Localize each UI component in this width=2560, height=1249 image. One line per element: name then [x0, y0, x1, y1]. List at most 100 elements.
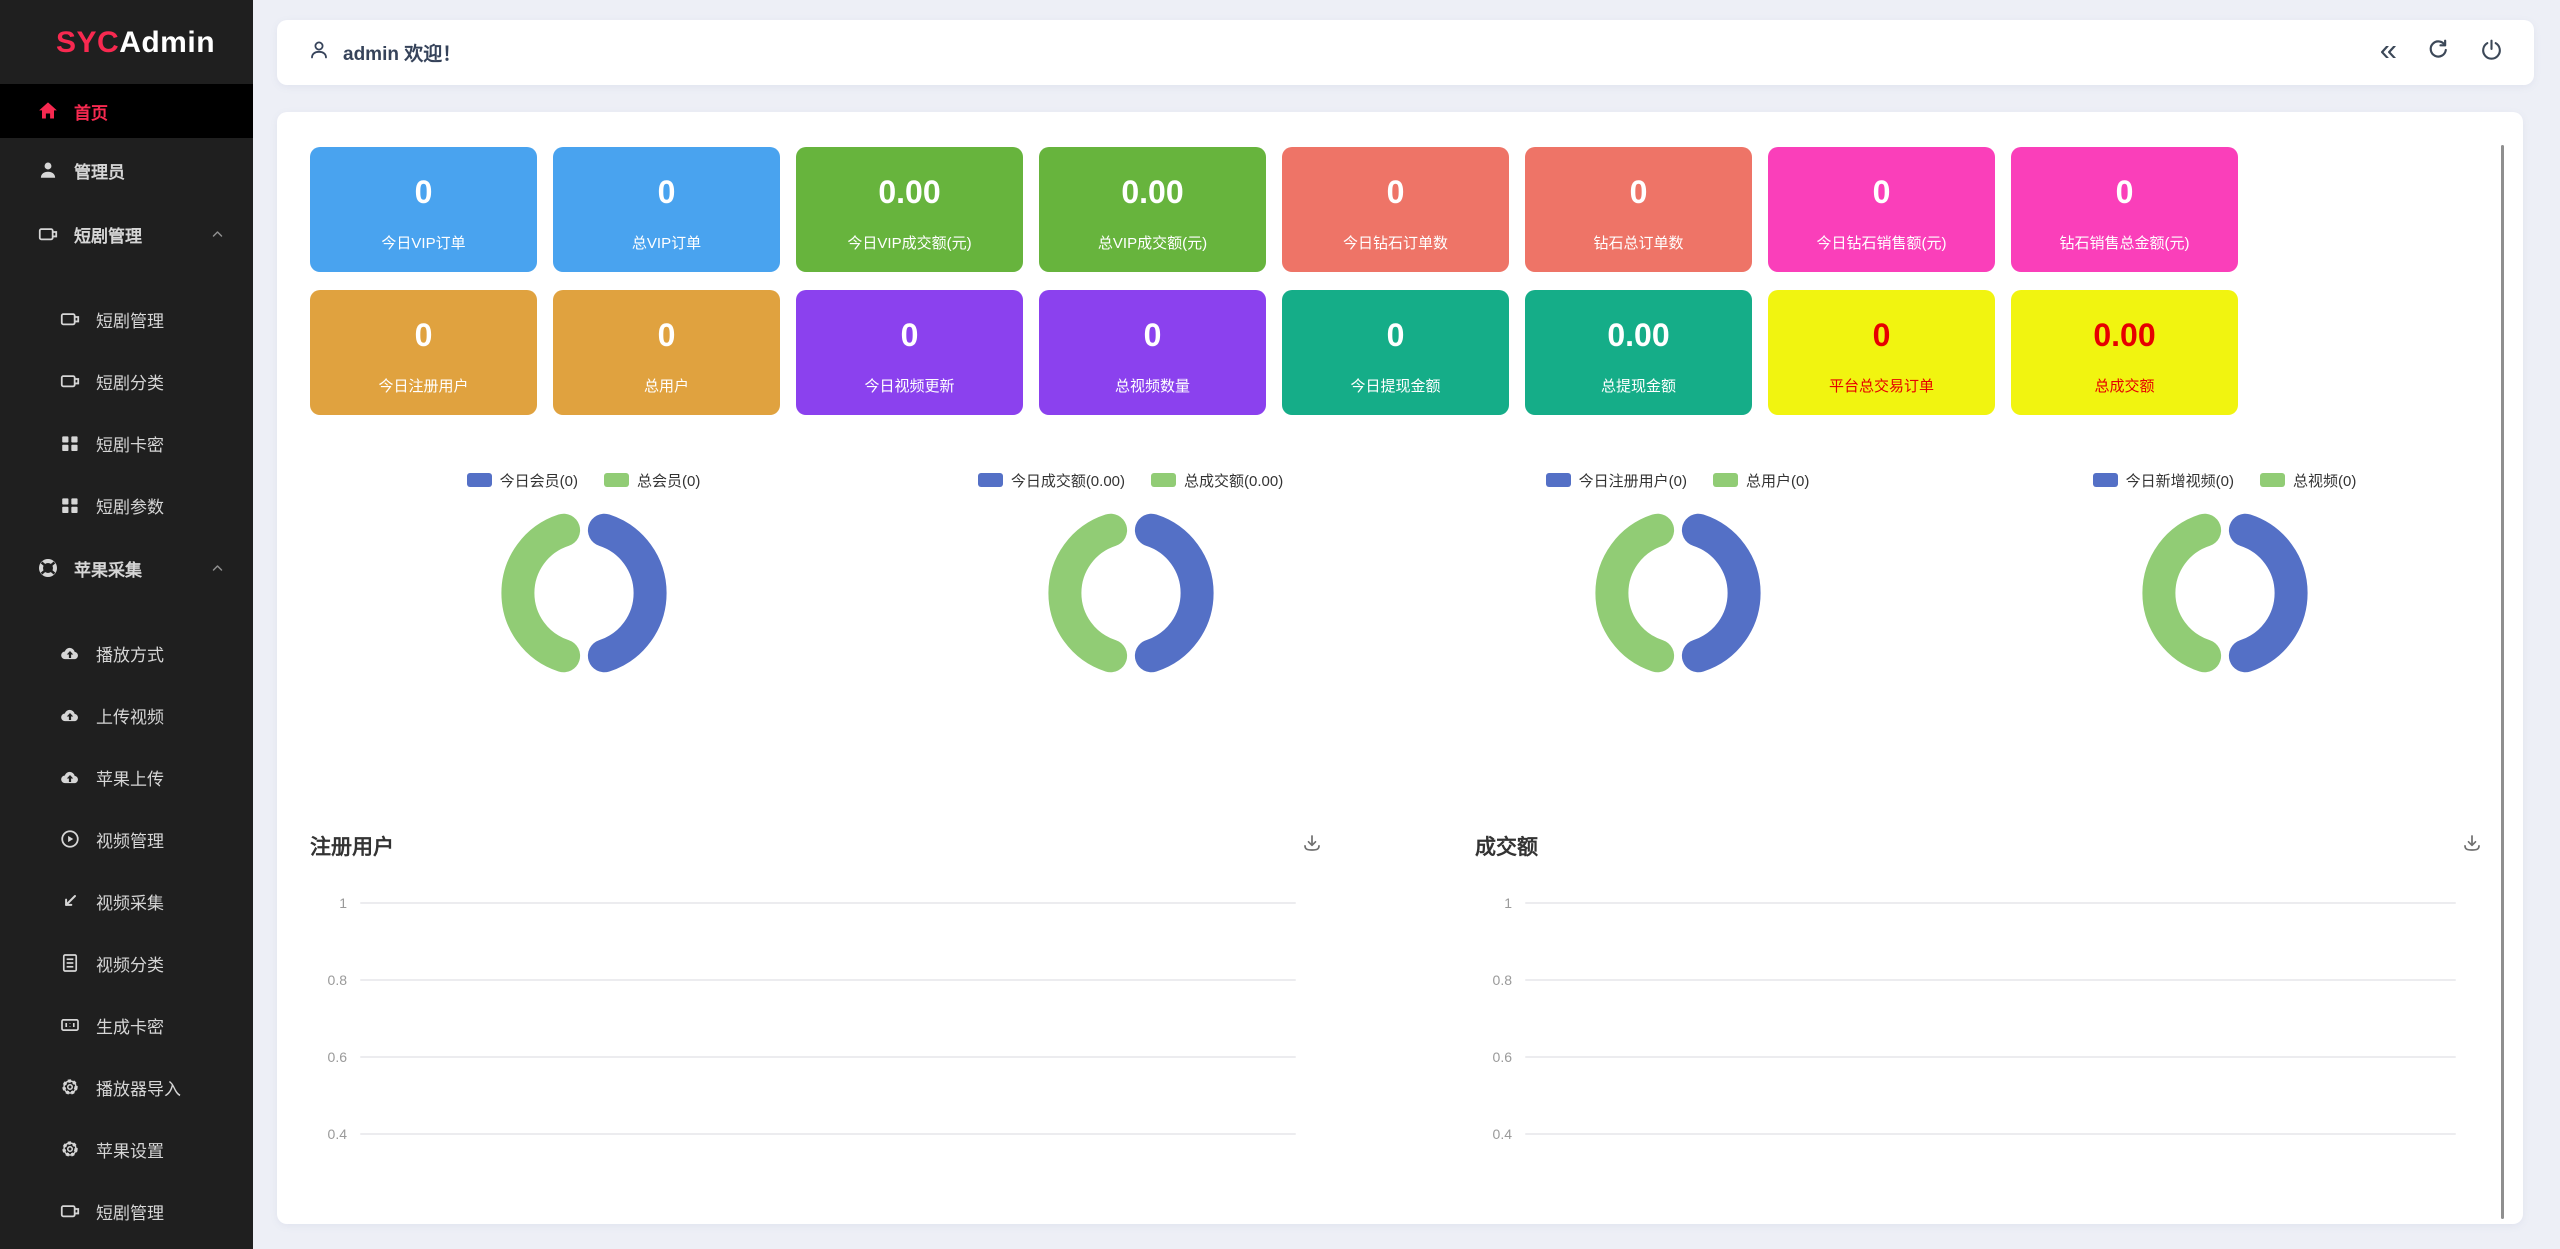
sidebar-item-0[interactable]: 首页: [0, 84, 253, 138]
y-axis-tick: 0.6: [1475, 1049, 1525, 1065]
sidebar-item-label: 短剧管理: [74, 222, 142, 247]
donut-chart-panel-1: 今日成交额(0.00) 总成交额(0.00): [857, 471, 1404, 683]
stat-label: 总视频数量: [1115, 375, 1190, 396]
video-icon: [38, 224, 58, 244]
stat-value: 0: [415, 317, 433, 354]
sidebar-item-7[interactable]: 苹果采集: [0, 536, 253, 600]
legend-item[interactable]: 总成交额(0.00): [1151, 470, 1283, 491]
chevron-up-icon[interactable]: [212, 231, 223, 238]
sidebar-item-label: 生成卡密: [96, 1013, 164, 1038]
app-layout: SYCAdmin 首页管理员短剧管理短剧管理短剧分类短剧卡密短剧参数苹果采集播放…: [0, 0, 2560, 1249]
stat-card-3: 0.00总VIP成交额(元): [1039, 147, 1266, 272]
sidebar-item-label: 视频管理: [96, 827, 164, 852]
stat-label: 总用户: [644, 375, 689, 396]
download-icon[interactable]: [1300, 832, 1324, 861]
sidebar-item-10[interactable]: 苹果上传: [0, 746, 253, 808]
stat-card-14: 0平台总交易订单: [1768, 290, 1995, 415]
stat-label: 平台总交易订单: [1829, 375, 1934, 396]
line-chart-panel-0: 注册用户10.80.60.4: [310, 831, 1330, 1172]
stat-card-2: 0.00今日VIP成交额(元): [796, 147, 1023, 272]
legend-swatch: [1151, 473, 1176, 487]
sidebar-item-2[interactable]: 短剧管理: [0, 202, 253, 266]
sidebar-item-3[interactable]: 短剧管理: [0, 288, 253, 350]
donut-chart: [494, 503, 674, 683]
vertical-scrollbar[interactable]: [2501, 145, 2504, 1219]
chevron-up-icon[interactable]: [212, 565, 223, 572]
legend-label: 今日成交额(0.00): [1011, 470, 1125, 491]
stat-value: 0.00: [1607, 317, 1669, 354]
card-icon: [60, 1015, 80, 1035]
gridline: [1525, 1133, 2456, 1135]
sidebar-item-12[interactable]: 视频采集: [0, 870, 253, 932]
video-icon: [60, 1201, 80, 1221]
donut-charts-row: 今日会员(0) 总会员(0) 今日成交额(0.00) 总成交额(0.00) 今日注册用户…: [310, 471, 2498, 683]
stat-card-11: 0总视频数量: [1039, 290, 1266, 415]
sidebar-item-1[interactable]: 管理员: [0, 138, 253, 202]
sidebar-item-label: 播放器导入: [96, 1075, 181, 1100]
sidebar-item-4[interactable]: 短剧分类: [0, 350, 253, 412]
donut-legend: 今日新增视频(0) 总视频(0): [2093, 471, 2357, 489]
legend-label: 今日注册用户(0): [1579, 470, 1687, 491]
y-axis-tick: 1: [1475, 895, 1525, 911]
legend-item[interactable]: 今日成交额(0.00): [978, 470, 1125, 491]
legend-item[interactable]: 今日新增视频(0): [2093, 470, 2234, 491]
welcome-text: admin 欢迎！: [343, 39, 461, 66]
legend-label: 总会员(0): [637, 470, 700, 491]
y-axis-tick: 0.8: [310, 972, 360, 988]
sidebar-item-label: 短剧分类: [96, 369, 164, 394]
refresh-icon[interactable]: [2425, 37, 2451, 68]
video-icon: [60, 371, 80, 391]
sidebar-item-6[interactable]: 短剧参数: [0, 474, 253, 536]
gridline-row: 1: [1475, 864, 2490, 941]
sidebar-item-5[interactable]: 短剧卡密: [0, 412, 253, 474]
sidebar-item-14[interactable]: 生成卡密: [0, 994, 253, 1056]
power-icon[interactable]: [2479, 38, 2504, 68]
donut-chart: [1588, 503, 1768, 683]
sidebar-item-label: 苹果采集: [74, 556, 142, 581]
sidebar-item-13[interactable]: 视频分类: [0, 932, 253, 994]
sidebar-item-label: 短剧管理: [96, 1199, 164, 1224]
sidebar-item-15[interactable]: 播放器导入: [0, 1056, 253, 1118]
chart-title: 注册用户: [310, 831, 394, 861]
download-icon[interactable]: [2460, 832, 2484, 861]
chart-header: 成交额: [1475, 831, 2490, 861]
sidebar-item-label: 苹果上传: [96, 765, 164, 790]
stat-value: 0.00: [2093, 317, 2155, 354]
stat-card-8: 0今日注册用户: [310, 290, 537, 415]
collapse-sidebar-icon[interactable]: «: [2380, 34, 2397, 65]
stat-value: 0: [658, 174, 676, 211]
gridline: [360, 979, 1296, 981]
gridline-row: 0.4: [1475, 1095, 2490, 1172]
gridline: [360, 1133, 1296, 1135]
legend-item[interactable]: 总视频(0): [2260, 470, 2356, 491]
legend-item[interactable]: 今日注册用户(0): [1546, 470, 1687, 491]
topbar: admin 欢迎！ «: [277, 20, 2534, 85]
stat-label: 总提现金额: [1601, 375, 1676, 396]
donut-chart-panel-2: 今日注册用户(0) 总用户(0): [1404, 471, 1951, 683]
sidebar-item-17[interactable]: 短剧管理: [0, 1180, 253, 1242]
gridline-row: 1: [310, 864, 1330, 941]
sidebar-item-label: 视频采集: [96, 889, 164, 914]
donut-chart: [2135, 503, 2315, 683]
user-icon: [38, 160, 58, 180]
legend-label: 今日会员(0): [500, 470, 578, 491]
cloud-upload-icon: [60, 767, 80, 787]
legend-item[interactable]: 总用户(0): [1713, 470, 1809, 491]
stat-value: 0: [1387, 317, 1405, 354]
sidebar-item-16[interactable]: 苹果设置: [0, 1118, 253, 1180]
stat-card-0: 0今日VIP订单: [310, 147, 537, 272]
stat-card-9: 0总用户: [553, 290, 780, 415]
y-axis-tick: 0.4: [1475, 1126, 1525, 1142]
sidebar-item-8[interactable]: 播放方式: [0, 622, 253, 684]
sidebar: SYCAdmin 首页管理员短剧管理短剧管理短剧分类短剧卡密短剧参数苹果采集播放…: [0, 0, 253, 1249]
sidebar-item-9[interactable]: 上传视频: [0, 684, 253, 746]
legend-item[interactable]: 总会员(0): [604, 470, 700, 491]
line-charts-row: 注册用户10.80.60.4成交额10.80.60.4: [310, 831, 2523, 1172]
legend-swatch: [1546, 473, 1571, 487]
legend-swatch: [1713, 473, 1738, 487]
stat-value: 0: [1387, 174, 1405, 211]
legend-label: 总成交额(0.00): [1184, 470, 1283, 491]
sidebar-item-11[interactable]: 视频管理: [0, 808, 253, 870]
legend-item[interactable]: 今日会员(0): [467, 470, 578, 491]
stat-label: 今日VIP成交额(元): [847, 232, 971, 253]
